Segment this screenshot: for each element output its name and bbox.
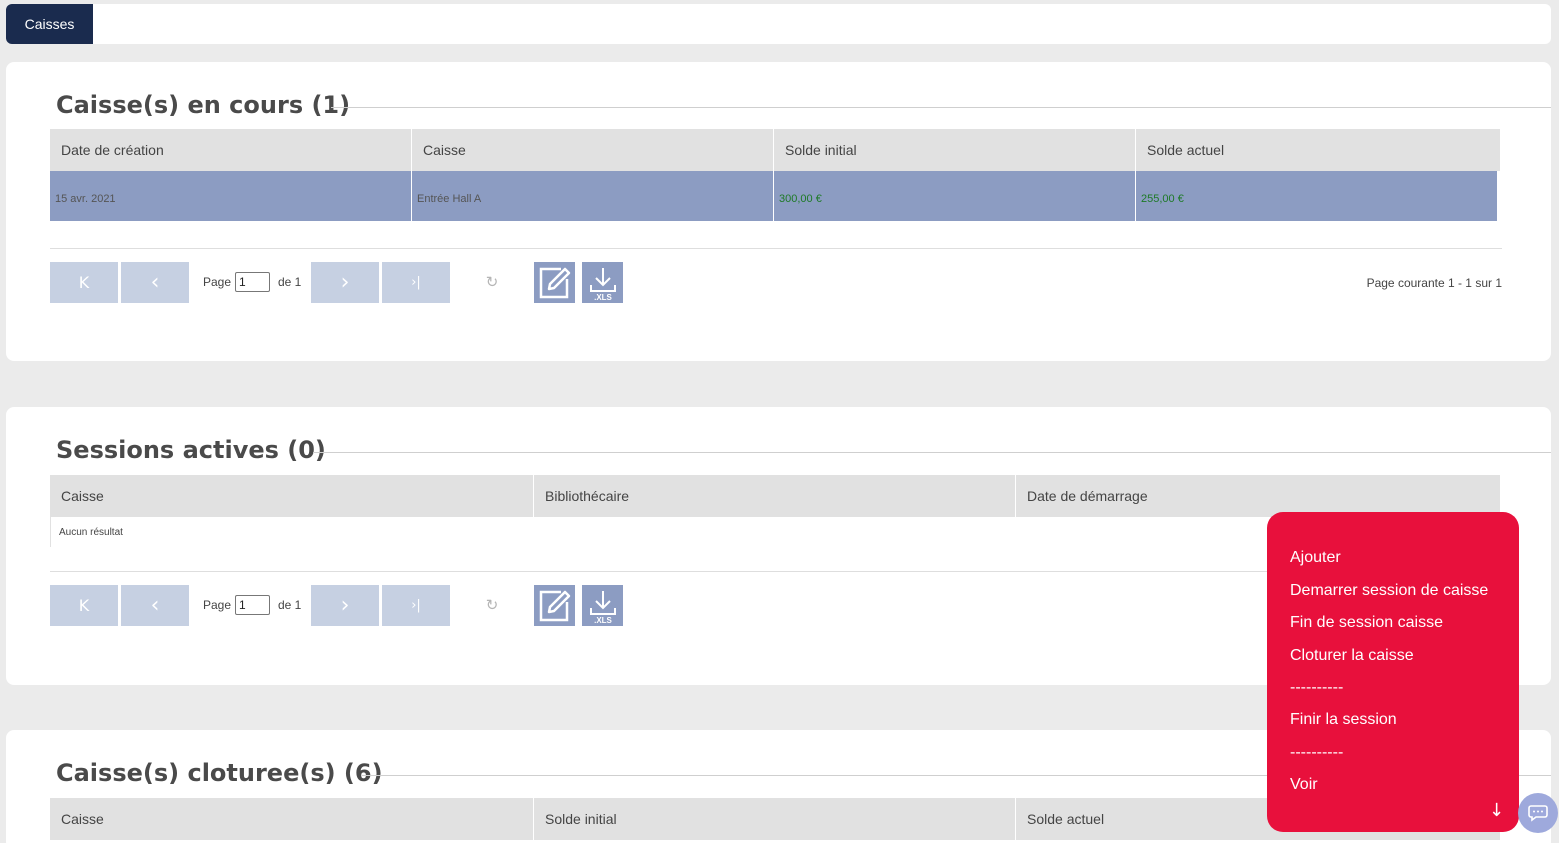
chat-button[interactable]	[1518, 793, 1558, 833]
cell-caisse: Entrée Hall A	[412, 171, 774, 221]
download-icon: .XLS	[589, 267, 616, 301]
refresh-icon[interactable]: ↻	[482, 272, 502, 292]
menu-item-voir[interactable]: Voir	[1290, 776, 1318, 794]
prev-page-button[interactable]: ‹	[121, 262, 189, 303]
page-label: Page	[203, 275, 232, 289]
menu-item-cloturer[interactable]: Cloturer la caisse	[1290, 647, 1414, 665]
column-header[interactable]: Caisse	[50, 475, 534, 517]
export-xls-button[interactable]: .XLS	[582, 262, 623, 303]
column-header[interactable]: Solde initial	[534, 798, 1016, 840]
next-page-button[interactable]: ›	[311, 262, 379, 303]
tab-caisses[interactable]: Caisses	[6, 4, 93, 44]
page-input[interactable]	[235, 595, 270, 615]
menu-item-demarrer-session[interactable]: Demarrer session de caisse	[1290, 582, 1488, 600]
chevron-left-icon: ‹	[150, 270, 160, 295]
last-page-button[interactable]: ›|	[382, 585, 450, 626]
page-count-label: de 1	[278, 598, 302, 612]
menu-item-ajouter[interactable]: Ajouter	[1290, 549, 1341, 567]
menu-item-fin-session[interactable]: Fin de session caisse	[1290, 614, 1443, 632]
column-header[interactable]: Caisse	[50, 798, 534, 840]
panel-caisses-en-cours: Caisse(s) en cours (1) Date de création …	[6, 62, 1551, 361]
first-page-button[interactable]: K	[50, 262, 118, 303]
last-page-button[interactable]: ›|	[382, 262, 450, 303]
arrow-down-icon[interactable]: ↓	[1489, 800, 1504, 821]
first-page-button[interactable]: K	[50, 585, 118, 626]
next-page-button[interactable]: ›	[311, 585, 379, 626]
xls-label: .XLS	[594, 616, 612, 624]
prev-page-button[interactable]: ‹	[121, 585, 189, 626]
menu-separator: ----------	[1290, 679, 1344, 696]
refresh-icon[interactable]: ↻	[482, 595, 502, 615]
top-tab-bar: Caisses	[6, 4, 1551, 44]
edit-icon	[539, 590, 570, 621]
table-caisses-en-cours: Date de création Caisse Solde initial So…	[50, 129, 1500, 221]
menu-separator: ----------	[1290, 744, 1344, 761]
table-separator	[50, 248, 1502, 249]
edit-icon	[539, 267, 570, 298]
cell-solde-initial: 300,00 €	[774, 171, 1136, 221]
xls-label: .XLS	[594, 293, 612, 301]
panel-title: Caisse(s) cloturee(s) (6)	[56, 759, 383, 787]
export-xls-button[interactable]: .XLS	[582, 585, 623, 626]
column-header[interactable]: Solde initial	[774, 129, 1136, 171]
page-input[interactable]	[235, 272, 270, 292]
table-row[interactable]: 15 avr. 2021 Entrée Hall A 300,00 € 255,…	[50, 171, 1497, 221]
edit-button[interactable]	[534, 585, 575, 626]
column-header[interactable]: Solde actuel	[1136, 129, 1500, 171]
cell-date: 15 avr. 2021	[50, 171, 412, 221]
column-header[interactable]: Date de création	[50, 129, 412, 171]
column-header[interactable]: Caisse	[412, 129, 774, 171]
last-page-icon: ›|	[411, 275, 421, 290]
cell-solde-actuel: 255,00 €	[1141, 193, 1184, 205]
column-header[interactable]: Bibliothécaire	[534, 475, 1016, 517]
panel-title: Sessions actives (0)	[56, 436, 326, 464]
column-header[interactable]: Date de démarrage	[1016, 475, 1500, 517]
chat-icon	[1528, 805, 1548, 822]
last-page-icon: ›|	[411, 598, 421, 613]
edit-button[interactable]	[534, 262, 575, 303]
panel-title: Caisse(s) en cours (1)	[56, 91, 351, 119]
context-menu: Ajouter Demarrer session de caisse Fin d…	[1267, 512, 1519, 832]
page-count-label: de 1	[278, 275, 302, 289]
page-label: Page	[203, 598, 232, 612]
table-header: Date de création Caisse Solde initial So…	[50, 129, 1500, 171]
chevron-left-icon: ‹	[150, 593, 160, 618]
table-header: Caisse Bibliothécaire Date de démarrage	[50, 475, 1500, 517]
pager: K ‹ Page de 1 › ›| ↻ .XLS Page courante …	[50, 262, 1502, 303]
chevron-right-icon: ›	[340, 270, 350, 295]
download-icon: .XLS	[589, 590, 616, 624]
title-divider	[331, 107, 1551, 108]
chevron-right-icon: ›	[340, 593, 350, 618]
first-page-icon: K	[78, 596, 90, 615]
page-info: Page courante 1 - 1 sur 1	[1366, 276, 1502, 290]
title-divider	[313, 452, 1551, 453]
first-page-icon: K	[78, 273, 90, 292]
menu-item-finir-session[interactable]: Finir la session	[1290, 711, 1397, 729]
